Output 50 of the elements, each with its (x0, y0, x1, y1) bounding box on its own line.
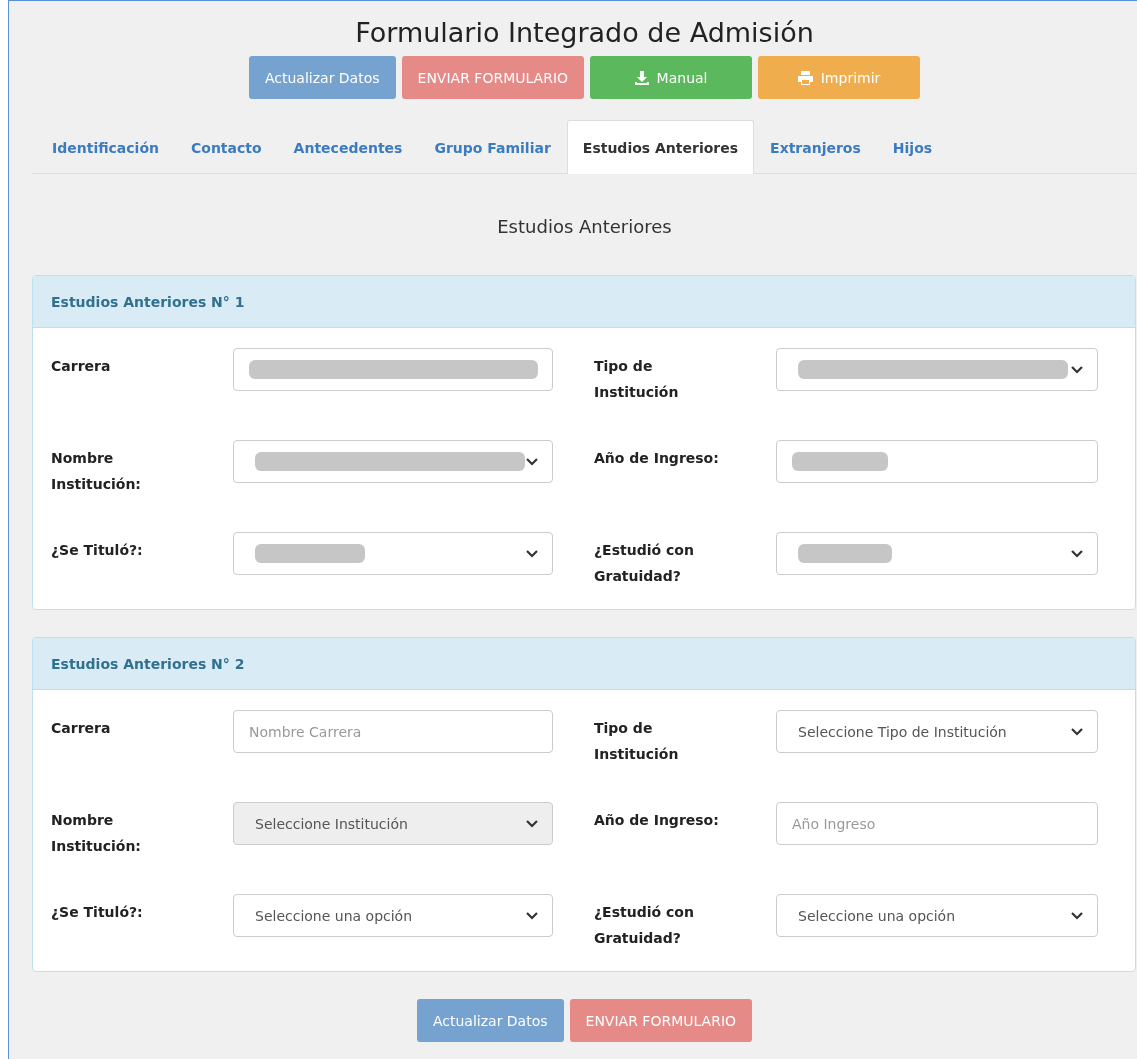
field-label: Tipo de Institución (594, 719, 680, 764)
tab[interactable]: Estudios Anteriores (566, 120, 755, 174)
field-label: Año de Ingreso: (594, 449, 720, 468)
input-field[interactable]: Nombre Carrera (233, 710, 553, 753)
manual-button[interactable]: Manual (590, 56, 753, 99)
field-label: ¿Estudió con Gratuidad? (594, 541, 695, 586)
download-icon (634, 70, 649, 85)
chevron-down-icon (526, 457, 538, 466)
send-form-button[interactable]: ENVIAR FORMULARIO (401, 56, 585, 99)
select-dropdown[interactable] (233, 440, 553, 483)
form-title: Formulario Integrado de Admisión (354, 17, 815, 48)
field-label: Carrera (51, 719, 112, 738)
tab[interactable]: Extranjeros (754, 120, 877, 174)
chevron-down-icon (1071, 911, 1083, 920)
chevron-down-icon (1071, 365, 1083, 374)
field-label: ¿Se Tituló?: (51, 541, 144, 560)
tab[interactable]: Contacto (175, 120, 278, 174)
input-field[interactable] (233, 348, 553, 391)
input-field[interactable] (776, 440, 1098, 483)
input-field[interactable]: Año Ingreso (776, 802, 1098, 845)
field-label: Tipo de Institución (594, 357, 680, 402)
field-label: Nombre Institución: (51, 811, 142, 856)
chevron-down-icon (526, 549, 538, 558)
print-button[interactable]: Imprimir (758, 56, 921, 99)
chevron-down-icon (1071, 727, 1083, 736)
section-title: Estudios Anteriores (496, 216, 673, 237)
send-form-button[interactable]: ENVIAR FORMULARIO (569, 999, 753, 1042)
chevron-down-icon (1071, 549, 1083, 558)
printer-icon (797, 70, 813, 85)
tab[interactable]: Hijos (876, 120, 949, 174)
select-dropdown[interactable] (233, 532, 553, 575)
panel-title: Estudios Anteriores N° 1 (51, 293, 245, 310)
panel-title: Estudios Anteriores N° 2 (51, 655, 245, 672)
chevron-down-icon (526, 819, 538, 828)
select-dropdown[interactable] (776, 532, 1098, 575)
field-label: Año de Ingreso: (594, 811, 720, 830)
tab[interactable]: Antecedentes (277, 120, 419, 174)
field-label: Carrera (51, 357, 112, 376)
select-dropdown[interactable]: Seleccione Tipo de Institución (776, 710, 1098, 753)
chevron-down-icon (526, 911, 538, 920)
field-label: ¿Estudió con Gratuidad? (594, 903, 695, 948)
update-button[interactable]: Actualizar Datos (416, 999, 564, 1042)
tab[interactable]: Identificación (36, 120, 175, 174)
field-label: ¿Se Tituló?: (51, 903, 144, 922)
select-dropdown[interactable] (776, 348, 1098, 391)
select-dropdown[interactable]: Seleccione una opción (776, 894, 1098, 937)
tab[interactable]: Grupo Familiar (418, 120, 567, 174)
select-dropdown[interactable]: Seleccione una opción (233, 894, 553, 937)
update-button[interactable]: Actualizar Datos (248, 56, 396, 99)
field-label: Nombre Institución: (51, 449, 142, 494)
